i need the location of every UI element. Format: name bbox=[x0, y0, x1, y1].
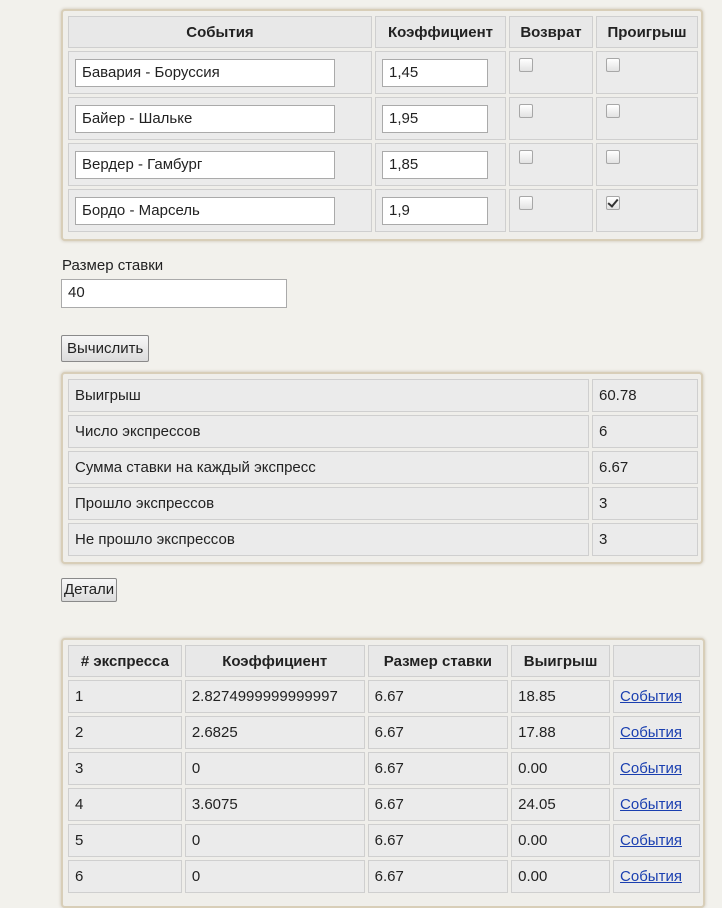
express-header-num: # экспресса bbox=[68, 645, 182, 677]
express-coef: 2.6825 bbox=[184, 716, 365, 749]
table-row: 6 0 6.67 0.00 События bbox=[68, 860, 700, 893]
events-link[interactable]: События bbox=[620, 796, 682, 813]
events-link[interactable]: События bbox=[620, 760, 682, 777]
stake-label: Размер ставки bbox=[62, 257, 164, 274]
express-header-coef: Коэффициент bbox=[184, 645, 365, 677]
express-win: 0.00 bbox=[511, 752, 611, 785]
event-coef-input[interactable]: 1,95 bbox=[382, 104, 488, 133]
express-num: 2 bbox=[68, 716, 182, 749]
events-link[interactable]: События bbox=[620, 724, 682, 741]
result-row: Прошло экспрессов 3 bbox=[68, 487, 698, 520]
loss-checkbox[interactable] bbox=[606, 58, 620, 72]
result-value: 6.67 bbox=[592, 451, 698, 484]
express-panel: # экспресса Коэффициент Размер ставки Вы… bbox=[61, 638, 705, 908]
event-coef-input[interactable]: 1,9 bbox=[382, 196, 488, 225]
express-num: 4 bbox=[68, 788, 182, 821]
refund-checkbox[interactable] bbox=[519, 196, 533, 210]
express-coef: 3.6075 bbox=[184, 788, 365, 821]
events-panel: События Коэффициент Возврат Проигрыш Бав… bbox=[61, 9, 703, 241]
events-link[interactable]: События bbox=[620, 688, 682, 705]
express-stake: 6.67 bbox=[367, 752, 509, 785]
result-row: Выигрыш 60.78 bbox=[68, 379, 698, 412]
event-coef-input[interactable]: 1,45 bbox=[382, 58, 488, 87]
event-row: Бордо - Марсель 1,9 bbox=[68, 189, 698, 232]
refund-checkbox[interactable] bbox=[519, 150, 533, 164]
express-coef: 2.8274999999999997 bbox=[184, 680, 365, 713]
result-label: Выигрыш bbox=[68, 379, 589, 412]
events-header-event: События bbox=[68, 16, 372, 48]
event-row: Бавария - Боруссия 1,45 bbox=[68, 51, 698, 94]
express-stake: 6.67 bbox=[367, 716, 509, 749]
result-label: Не прошло экспрессов bbox=[68, 523, 589, 556]
express-stake: 6.67 bbox=[367, 788, 509, 821]
express-win: 24.05 bbox=[511, 788, 611, 821]
event-coef-input[interactable]: 1,85 bbox=[382, 150, 488, 179]
loss-checkbox[interactable] bbox=[606, 104, 620, 118]
result-label: Прошло экспрессов bbox=[68, 487, 589, 520]
table-row: 4 3.6075 6.67 24.05 События bbox=[68, 788, 700, 821]
result-value: 3 bbox=[592, 523, 698, 556]
express-win: 17.88 bbox=[511, 716, 611, 749]
events-link[interactable]: События bbox=[620, 832, 682, 849]
events-header-coef: Коэффициент bbox=[375, 16, 506, 48]
table-row: 3 0 6.67 0.00 События bbox=[68, 752, 700, 785]
express-header-actions bbox=[613, 645, 700, 677]
table-row: 5 0 6.67 0.00 События bbox=[68, 824, 700, 857]
result-label: Число экспрессов bbox=[68, 415, 589, 448]
express-header-row: # экспресса Коэффициент Размер ставки Вы… bbox=[68, 645, 700, 677]
event-name-input[interactable]: Бордо - Марсель bbox=[75, 196, 335, 225]
event-name-input[interactable]: Вердер - Гамбург bbox=[75, 150, 335, 179]
express-num: 1 bbox=[68, 680, 182, 713]
express-stake: 6.67 bbox=[367, 824, 509, 857]
events-header-refund: Возврат bbox=[509, 16, 593, 48]
express-win: 0.00 bbox=[511, 860, 611, 893]
express-num: 5 bbox=[68, 824, 182, 857]
calculate-button[interactable]: Вычислить bbox=[61, 335, 150, 362]
express-header-win: Выигрыш bbox=[511, 645, 611, 677]
events-header-row: События Коэффициент Возврат Проигрыш bbox=[68, 16, 698, 48]
express-coef: 0 bbox=[184, 860, 365, 893]
event-name-input[interactable]: Байер - Шальке bbox=[75, 104, 335, 133]
loss-checkbox[interactable] bbox=[606, 150, 620, 164]
express-stake: 6.67 bbox=[367, 680, 509, 713]
refund-checkbox[interactable] bbox=[519, 58, 533, 72]
result-row: Число экспрессов 6 bbox=[68, 415, 698, 448]
result-value: 6 bbox=[592, 415, 698, 448]
table-row: 2 2.6825 6.67 17.88 События bbox=[68, 716, 700, 749]
express-win: 18.85 bbox=[511, 680, 611, 713]
express-num: 6 bbox=[68, 860, 182, 893]
express-header-stake: Размер ставки bbox=[367, 645, 509, 677]
event-row: Байер - Шальке 1,95 bbox=[68, 97, 698, 140]
result-value: 3 bbox=[592, 487, 698, 520]
results-panel: Выигрыш 60.78 Число экспрессов 6 Сумма с… bbox=[61, 372, 703, 564]
events-table: События Коэффициент Возврат Проигрыш Бав… bbox=[65, 13, 701, 235]
table-row: 1 2.8274999999999997 6.67 18.85 События bbox=[68, 680, 700, 713]
events-header-loss: Проигрыш bbox=[596, 16, 698, 48]
loss-checkbox[interactable] bbox=[606, 196, 620, 210]
refund-checkbox[interactable] bbox=[519, 104, 533, 118]
express-stake: 6.67 bbox=[367, 860, 509, 893]
express-num: 3 bbox=[68, 752, 182, 785]
result-row: Не прошло экспрессов 3 bbox=[68, 523, 698, 556]
event-row: Вердер - Гамбург 1,85 bbox=[68, 143, 698, 186]
express-coef: 0 bbox=[184, 752, 365, 785]
result-label: Сумма ставки на каждый экспресс bbox=[68, 451, 589, 484]
event-name-input[interactable]: Бавария - Боруссия bbox=[75, 58, 335, 87]
result-row: Сумма ставки на каждый экспресс 6.67 bbox=[68, 451, 698, 484]
stake-input[interactable]: 40 bbox=[61, 279, 287, 308]
details-button[interactable]: Детали bbox=[61, 578, 118, 602]
express-coef: 0 bbox=[184, 824, 365, 857]
express-table: # экспресса Коэффициент Размер ставки Вы… bbox=[65, 642, 703, 896]
result-value: 60.78 bbox=[592, 379, 698, 412]
events-link[interactable]: События bbox=[620, 868, 682, 885]
express-win: 0.00 bbox=[511, 824, 611, 857]
results-table: Выигрыш 60.78 Число экспрессов 6 Сумма с… bbox=[65, 376, 701, 559]
